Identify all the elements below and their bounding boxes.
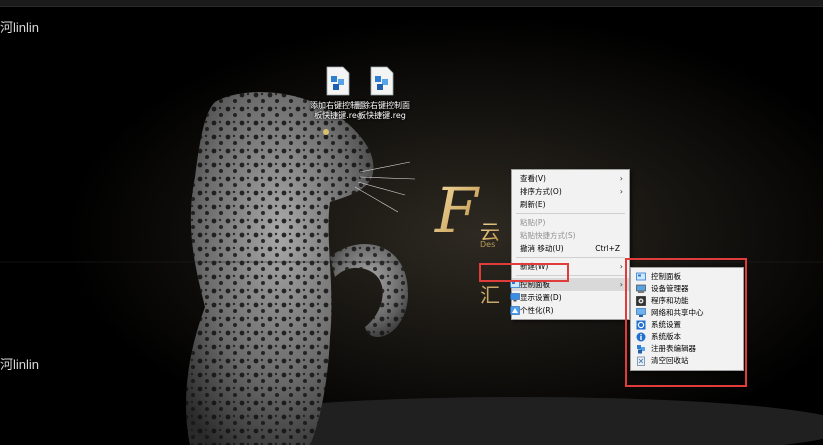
reg-file-icon	[370, 66, 394, 96]
menu-item-personalize[interactable]: 个性化(R)	[510, 304, 629, 317]
menu-item-label: 个性化(R)	[520, 306, 554, 315]
svg-text:F: F	[434, 174, 480, 247]
menu-item-refresh[interactable]: 刷新(E)	[512, 198, 629, 211]
svg-text:Des: Des	[480, 240, 495, 249]
menu-item-label: 粘贴(P)	[520, 218, 546, 227]
chevron-right-icon: ›	[619, 187, 623, 196]
menu-item-paste-shortcut: 粘贴快捷方式(S)	[512, 229, 629, 242]
menu-separator	[516, 257, 625, 258]
menu-item-view[interactable]: 查看(V) ›	[512, 172, 629, 185]
chevron-right-icon: ›	[619, 280, 623, 289]
menu-item-sort-by[interactable]: 排序方式(O) ›	[512, 185, 629, 198]
menu-item-paste: 粘贴(P)	[512, 216, 629, 229]
menu-item-label: 粘贴快捷方式(S)	[520, 231, 576, 240]
chevron-right-icon: ›	[619, 174, 623, 183]
highlight-box-control-panel-item	[479, 263, 569, 282]
menu-item-label: 刷新(E)	[520, 200, 546, 209]
menu-item-label: 显示设置(D)	[520, 293, 562, 302]
desktop-icon-label: 删除右键控制面板快捷键.reg	[354, 101, 410, 120]
menu-item-shortcut: Ctrl+Z	[595, 244, 620, 253]
chevron-right-icon: ›	[619, 262, 623, 271]
menu-separator	[516, 213, 625, 214]
desktop-context-menu: 查看(V) › 排序方式(O) › 刷新(E) 粘贴(P) 粘贴快捷方式(S) …	[510, 169, 630, 320]
menu-item-undo-move[interactable]: 撤消 移动(U) Ctrl+Z	[512, 242, 629, 255]
watermark-top: 河linlin	[0, 20, 40, 35]
window-top-bar	[0, 0, 823, 7]
desktop-icon-delete-reg[interactable]: 删除右键控制面板快捷键.reg	[352, 66, 412, 121]
personalize-icon	[510, 306, 520, 315]
watermark-bottom: 河linlin	[0, 357, 40, 372]
menu-item-display-settings[interactable]: 显示设置(D)	[510, 291, 629, 304]
display-icon	[510, 293, 520, 302]
svg-text:汇: 汇	[480, 283, 500, 307]
menu-item-label: 排序方式(O)	[520, 187, 562, 196]
reg-file-icon	[326, 66, 350, 96]
highlight-box-submenu	[625, 258, 747, 387]
menu-item-label: 查看(V)	[520, 174, 546, 183]
menu-item-label: 撤消 移动(U)	[520, 244, 564, 253]
